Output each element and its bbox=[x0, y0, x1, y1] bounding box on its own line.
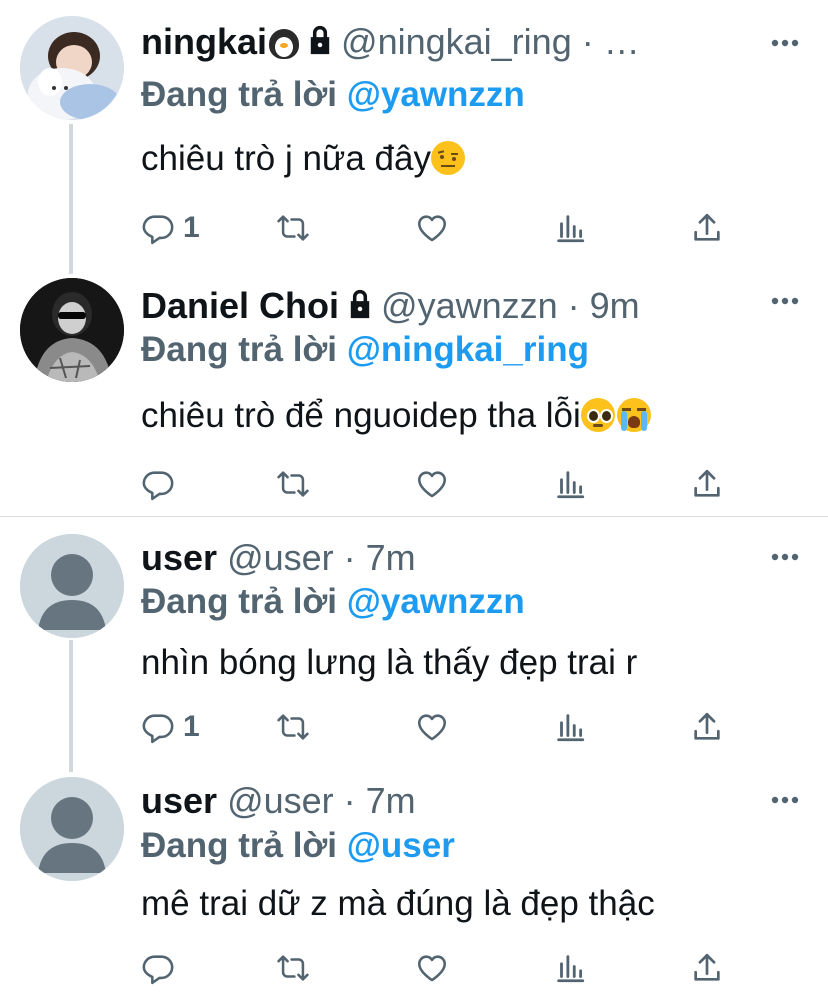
like-icon bbox=[415, 951, 449, 985]
raised-eyebrow-emoji bbox=[430, 141, 465, 175]
tweet-text: mê trai dữ z mà đúng là đẹp thậc bbox=[141, 884, 655, 923]
mention-link[interactable]: @yawnzzn bbox=[347, 75, 525, 114]
display-name[interactable]: user bbox=[141, 537, 217, 578]
replying-to-label: Đang trả lời bbox=[141, 582, 338, 621]
reply-button[interactable]: 1 bbox=[141, 208, 200, 248]
avatar[interactable] bbox=[20, 278, 124, 382]
replying-to: Đang trả lời @yawnzzn bbox=[141, 73, 525, 117]
reply-count: 1 bbox=[183, 211, 200, 244]
like-icon bbox=[415, 467, 449, 501]
retweet-icon bbox=[276, 710, 310, 744]
like-button[interactable] bbox=[415, 948, 449, 988]
like-button[interactable] bbox=[415, 464, 449, 504]
tweet[interactable]: ningkai @ningkai_ring · … Đang trả lời @… bbox=[0, 0, 828, 258]
avatar[interactable] bbox=[20, 777, 124, 881]
analytics-button[interactable] bbox=[553, 707, 587, 747]
tweet-header: Daniel Choi @yawnzzn · 9m bbox=[141, 284, 640, 331]
tweet-header: ningkai @ningkai_ring · … bbox=[141, 20, 640, 67]
reply-icon bbox=[141, 710, 175, 744]
display-name[interactable]: ningkai bbox=[141, 21, 267, 62]
avatar[interactable] bbox=[20, 534, 124, 638]
tweet-text-content: chiêu trò để nguoidep tha lỗi bbox=[141, 396, 581, 435]
tweet-header: user @user · 7m bbox=[141, 536, 416, 580]
crying-emoji bbox=[616, 398, 651, 432]
like-button[interactable] bbox=[415, 208, 449, 248]
tweet-actions bbox=[141, 464, 741, 504]
reply-button[interactable] bbox=[141, 464, 183, 504]
share-icon bbox=[690, 710, 724, 744]
share-button[interactable] bbox=[690, 208, 724, 248]
more-icon[interactable] bbox=[770, 296, 800, 306]
share-icon bbox=[690, 467, 724, 501]
reply-icon bbox=[141, 467, 175, 501]
more-icon[interactable] bbox=[770, 38, 800, 48]
retweet-button[interactable] bbox=[276, 464, 310, 504]
tweet-text-content: chiêu trò j nữa đây bbox=[141, 139, 431, 178]
more-icon[interactable] bbox=[770, 795, 800, 805]
reply-icon bbox=[141, 211, 175, 245]
reply-count: 1 bbox=[183, 710, 200, 743]
share-icon bbox=[690, 211, 724, 245]
share-icon bbox=[690, 951, 724, 985]
tweet-meta: · … bbox=[581, 21, 640, 62]
share-button[interactable] bbox=[690, 464, 724, 504]
handle[interactable]: @ningkai_ring bbox=[341, 21, 572, 62]
tweet-actions bbox=[141, 948, 741, 988]
mention-link[interactable]: @ningkai_ring bbox=[347, 330, 589, 369]
replying-to: Đang trả lời @ningkai_ring bbox=[141, 328, 589, 372]
share-button[interactable] bbox=[690, 707, 724, 747]
tweet-actions: 1 bbox=[141, 707, 741, 747]
analytics-button[interactable] bbox=[553, 208, 587, 248]
analytics-icon bbox=[553, 951, 587, 985]
replying-to: Đang trả lời @yawnzzn bbox=[141, 580, 525, 624]
handle[interactable]: @yawnzzn bbox=[381, 285, 558, 326]
tweet-meta: · 7m bbox=[343, 780, 416, 821]
handle[interactable]: @user bbox=[227, 780, 334, 821]
replying-to-label: Đang trả lời bbox=[141, 75, 338, 114]
analytics-icon bbox=[553, 467, 587, 501]
tweet[interactable]: user @user · 7m Đang trả lời @yawnzzn nh… bbox=[0, 517, 828, 760]
retweet-icon bbox=[276, 211, 310, 245]
retweet-icon bbox=[276, 951, 310, 985]
retweet-button[interactable] bbox=[276, 707, 310, 747]
tweet-text: chiêu trò j nữa đây bbox=[141, 137, 465, 181]
tweet-text: chiêu trò để nguoidep tha lỗi bbox=[141, 394, 651, 438]
analytics-icon bbox=[553, 710, 587, 744]
pleading-emoji bbox=[580, 398, 615, 432]
like-button[interactable] bbox=[415, 707, 449, 747]
display-name[interactable]: user bbox=[141, 780, 217, 821]
lock-icon bbox=[343, 287, 377, 331]
handle[interactable]: @user bbox=[227, 537, 334, 578]
mention-link[interactable]: @user bbox=[347, 826, 455, 865]
lock-icon bbox=[303, 23, 337, 67]
tweet-meta: · 9m bbox=[567, 285, 640, 326]
like-icon bbox=[415, 710, 449, 744]
display-name[interactable]: Daniel Choi bbox=[141, 285, 339, 326]
reply-button[interactable]: 1 bbox=[141, 707, 200, 747]
tweet-actions: 1 bbox=[141, 208, 741, 248]
avatar[interactable] bbox=[20, 16, 124, 120]
share-button[interactable] bbox=[690, 948, 724, 988]
analytics-icon bbox=[553, 211, 587, 245]
analytics-button[interactable] bbox=[553, 464, 587, 504]
mention-link[interactable]: @yawnzzn bbox=[347, 582, 525, 621]
like-icon bbox=[415, 211, 449, 245]
replying-to-label: Đang trả lời bbox=[141, 826, 338, 865]
retweet-button[interactable] bbox=[276, 208, 310, 248]
reply-button[interactable] bbox=[141, 948, 183, 988]
reply-icon bbox=[141, 951, 175, 985]
penguin-emoji bbox=[269, 29, 300, 59]
tweet-header: user @user · 7m bbox=[141, 779, 416, 823]
replying-to: Đang trả lời @user bbox=[141, 824, 455, 868]
more-icon[interactable] bbox=[770, 552, 800, 562]
replying-to-label: Đang trả lời bbox=[141, 330, 338, 369]
retweet-button[interactable] bbox=[276, 948, 310, 988]
tweet[interactable]: user @user · 7m Đang trả lời @user mê tr… bbox=[0, 760, 828, 995]
tweet-meta: · 7m bbox=[343, 537, 416, 578]
retweet-icon bbox=[276, 467, 310, 501]
tweet-text: nhìn bóng lưng là thấy đẹp trai r bbox=[141, 643, 638, 682]
tweet[interactable]: Daniel Choi @yawnzzn · 9m Đang trả lời @n… bbox=[0, 258, 828, 516]
analytics-button[interactable] bbox=[553, 948, 587, 988]
